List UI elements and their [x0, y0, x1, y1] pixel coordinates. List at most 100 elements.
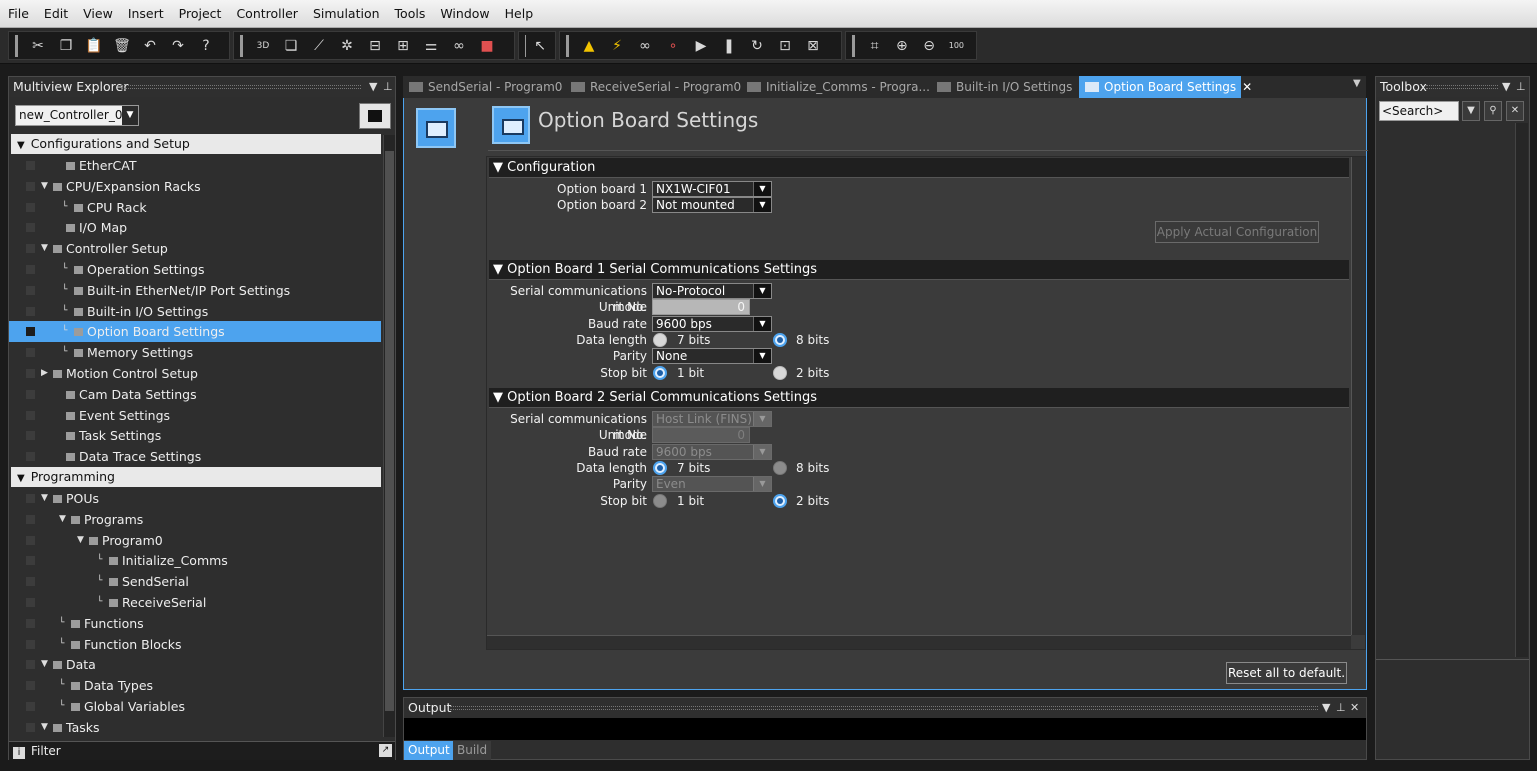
tree-expander-icon[interactable]: ▼	[59, 509, 66, 530]
tree-item-motion-control-setup[interactable]: ▶ Motion Control Setup	[9, 363, 381, 384]
tree-item-cpu-expansion-racks[interactable]: ▼ CPU/Expansion Racks	[9, 176, 381, 197]
tree-item-functions[interactable]: └ Functions	[9, 613, 381, 634]
tab-sendserial[interactable]: SendSerial - Program0	[403, 76, 563, 98]
b1-stop-1-radio[interactable]	[653, 366, 667, 380]
paste-icon[interactable]: 📋	[83, 35, 105, 57]
tree-expander-icon[interactable]: └	[62, 342, 67, 363]
tree-item-pous[interactable]: ▼ POUs	[9, 488, 381, 509]
collapse-arrow-icon[interactable]: ▼	[17, 140, 25, 151]
pause-icon[interactable]: ❚	[718, 35, 740, 57]
tree-expander-icon[interactable]: └	[62, 321, 67, 342]
tree-expander-icon[interactable]: ▶	[41, 363, 48, 384]
b1-mode-select[interactable]: No-Protocol ▼	[652, 283, 772, 299]
run-icon[interactable]: ▶	[690, 35, 712, 57]
build-icon[interactable]: ⟋	[308, 35, 330, 57]
tree-item-data[interactable]: ▼ Data	[9, 654, 381, 675]
tree-expander-icon[interactable]: └	[62, 301, 67, 322]
zoom-out-icon[interactable]: ⊖	[918, 35, 939, 57]
tab-build[interactable]: Build	[453, 741, 492, 760]
tree-item-global-variables[interactable]: └ Global Variables	[9, 696, 381, 717]
toolbox-scrollbar[interactable]	[1515, 123, 1528, 657]
compare-icon[interactable]: ⊟	[364, 35, 386, 57]
tree-item-operation-settings[interactable]: └ Operation Settings	[9, 259, 381, 280]
tree-item-initialize-comms[interactable]: └ Initialize_Comms	[9, 550, 381, 571]
scrollbar-thumb[interactable]	[385, 151, 394, 711]
tree-expander-icon[interactable]: └	[59, 634, 64, 655]
cycle-icon[interactable]: ↻	[746, 35, 768, 57]
copy-icon[interactable]: ❐	[55, 35, 77, 57]
filter-bar[interactable]: i Filter ↗	[9, 741, 395, 760]
search-icon[interactable]: ⚲	[1484, 101, 1502, 121]
b1-parity-select[interactable]: None ▼	[652, 348, 772, 364]
tree-item-option-board-settings[interactable]: └ Option Board Settings	[9, 321, 381, 343]
tree-expander-icon[interactable]: └	[59, 696, 64, 717]
help-icon[interactable]: ?	[195, 35, 217, 57]
tree-item-builtin-io-settings[interactable]: └ Built-in I/O Settings	[9, 301, 381, 322]
option-board-2-select[interactable]: Not mounted ▼	[652, 197, 772, 213]
tree-expander-icon[interactable]: ▼	[77, 530, 84, 551]
sync-icon[interactable]: ⚡	[606, 35, 628, 57]
wrench-icon[interactable]: ✲	[336, 35, 358, 57]
delete-icon[interactable]: 🗑	[111, 35, 133, 57]
toolbar-grip[interactable]	[15, 34, 18, 57]
tree-item-receiveserial[interactable]: └ ReceiveSerial	[9, 592, 381, 613]
tree-item-controller-setup[interactable]: ▼ Controller Setup	[9, 238, 381, 259]
close-icon[interactable]: ✕	[1350, 698, 1359, 718]
toolbar-grip[interactable]	[240, 34, 243, 57]
menu-project[interactable]: Project	[179, 6, 222, 21]
tree-item-event-settings[interactable]: Event Settings	[9, 405, 381, 426]
menu-file[interactable]: File	[8, 6, 29, 21]
tree-expander-icon[interactable]: ▼	[41, 488, 48, 509]
network-icon[interactable]: ⚌	[420, 35, 442, 57]
tree-item-task-settings[interactable]: Task Settings	[9, 425, 381, 446]
tree-expander-icon[interactable]: └	[62, 280, 67, 301]
tree-expander-icon[interactable]: ▼	[41, 654, 48, 675]
tree-item-function-blocks[interactable]: └ Function Blocks	[9, 634, 381, 655]
tree-expander-icon[interactable]: └	[62, 197, 67, 218]
section-configurations[interactable]: ▼ Configurations and Setup	[11, 134, 381, 154]
cross-ref-icon[interactable]: ⊠	[802, 35, 824, 57]
watch-icon[interactable]: ⊡	[774, 35, 796, 57]
tree-expander-icon[interactable]: └	[62, 259, 67, 280]
clear-icon[interactable]: ✕	[1506, 101, 1524, 121]
toolbar-grip[interactable]	[852, 34, 855, 57]
tree-item-tasks[interactable]: ▼ Tasks	[9, 717, 381, 738]
toolbox-search-input[interactable]: <Search>	[1379, 101, 1459, 121]
b1-stop-2-radio[interactable]	[773, 366, 787, 380]
b1-baud-select[interactable]: 9600 bps ▼	[652, 316, 772, 332]
toolbar-grip[interactable]	[566, 34, 569, 57]
close-icon[interactable]: ✕	[1242, 80, 1252, 94]
pin-icon[interactable]: ⊥	[1336, 698, 1346, 718]
tree-expander-icon[interactable]: ▼	[41, 238, 48, 259]
warning-icon[interactable]: ▲	[578, 35, 600, 57]
3d-icon[interactable]: 3D	[252, 35, 274, 57]
cut-icon[interactable]: ✂	[27, 35, 49, 57]
menu-simulation[interactable]: Simulation	[313, 6, 380, 21]
tree-expander-icon[interactable]: ▼	[41, 717, 48, 738]
controller-icon[interactable]	[359, 103, 391, 129]
option-board-icon[interactable]	[416, 108, 456, 148]
tab-receiveserial[interactable]: ReceiveSerial - Program0	[565, 76, 741, 98]
explorer-scrollbar[interactable]	[383, 135, 395, 737]
chevron-down-icon[interactable]: ▼	[369, 77, 377, 97]
stop-icon[interactable]: ■	[476, 35, 498, 57]
tab-option-board[interactable]: Option Board Settings ✕	[1079, 76, 1252, 98]
section-configuration[interactable]: ▼ Configuration	[489, 158, 1349, 178]
tab-overflow-icon[interactable]: ▼	[1353, 78, 1361, 89]
b1-datalen-7-radio[interactable]	[653, 333, 667, 347]
window-icon[interactable]: ❏	[280, 35, 302, 57]
menu-edit[interactable]: Edit	[44, 6, 68, 21]
tree-item-cpu-rack[interactable]: └ CPU Rack	[9, 197, 381, 218]
pin-icon[interactable]: ⊥	[1516, 77, 1526, 97]
link-icon[interactable]: ∞	[634, 35, 656, 57]
online-icon[interactable]: ↖	[534, 35, 546, 57]
menu-tools[interactable]: Tools	[395, 6, 426, 21]
section-board2-serial[interactable]: ▼ Option Board 2 Serial Communications S…	[489, 388, 1349, 408]
content-vertical-scrollbar[interactable]	[1351, 157, 1365, 635]
section-board1-serial[interactable]: ▼ Option Board 1 Serial Communications S…	[489, 260, 1349, 280]
zoom-in-icon[interactable]: ⊕	[891, 35, 912, 57]
menu-help[interactable]: Help	[505, 6, 534, 21]
menu-insert[interactable]: Insert	[128, 6, 164, 21]
undo-icon[interactable]: ↶	[139, 35, 161, 57]
tab-builtin-io[interactable]: Built-in I/O Settings	[931, 76, 1077, 98]
